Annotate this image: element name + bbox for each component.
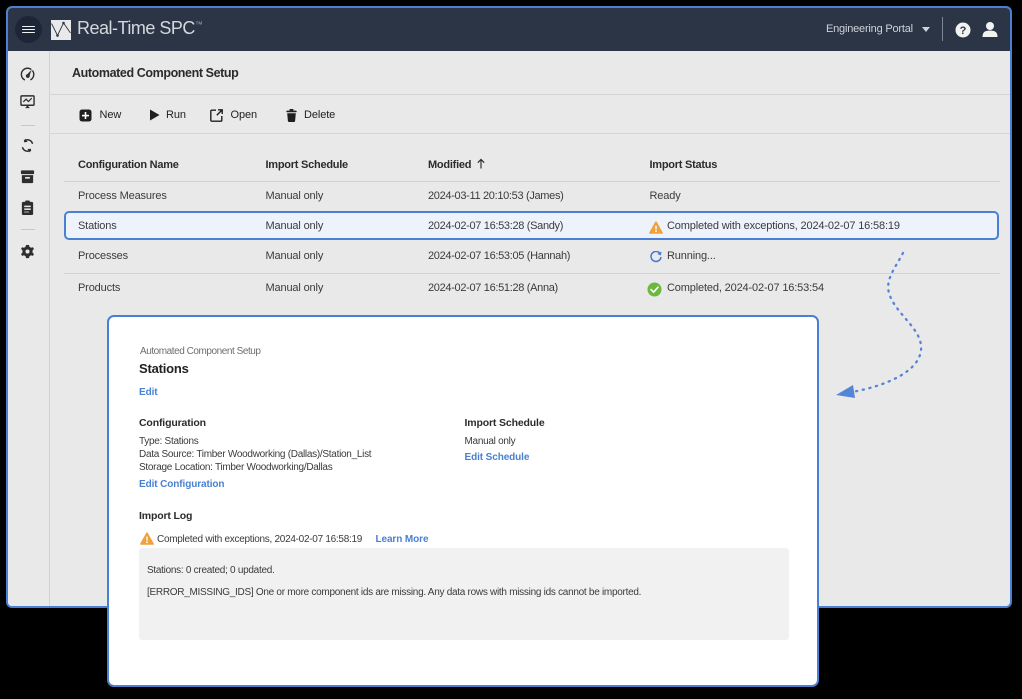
svg-text:?: ? [960,25,967,37]
